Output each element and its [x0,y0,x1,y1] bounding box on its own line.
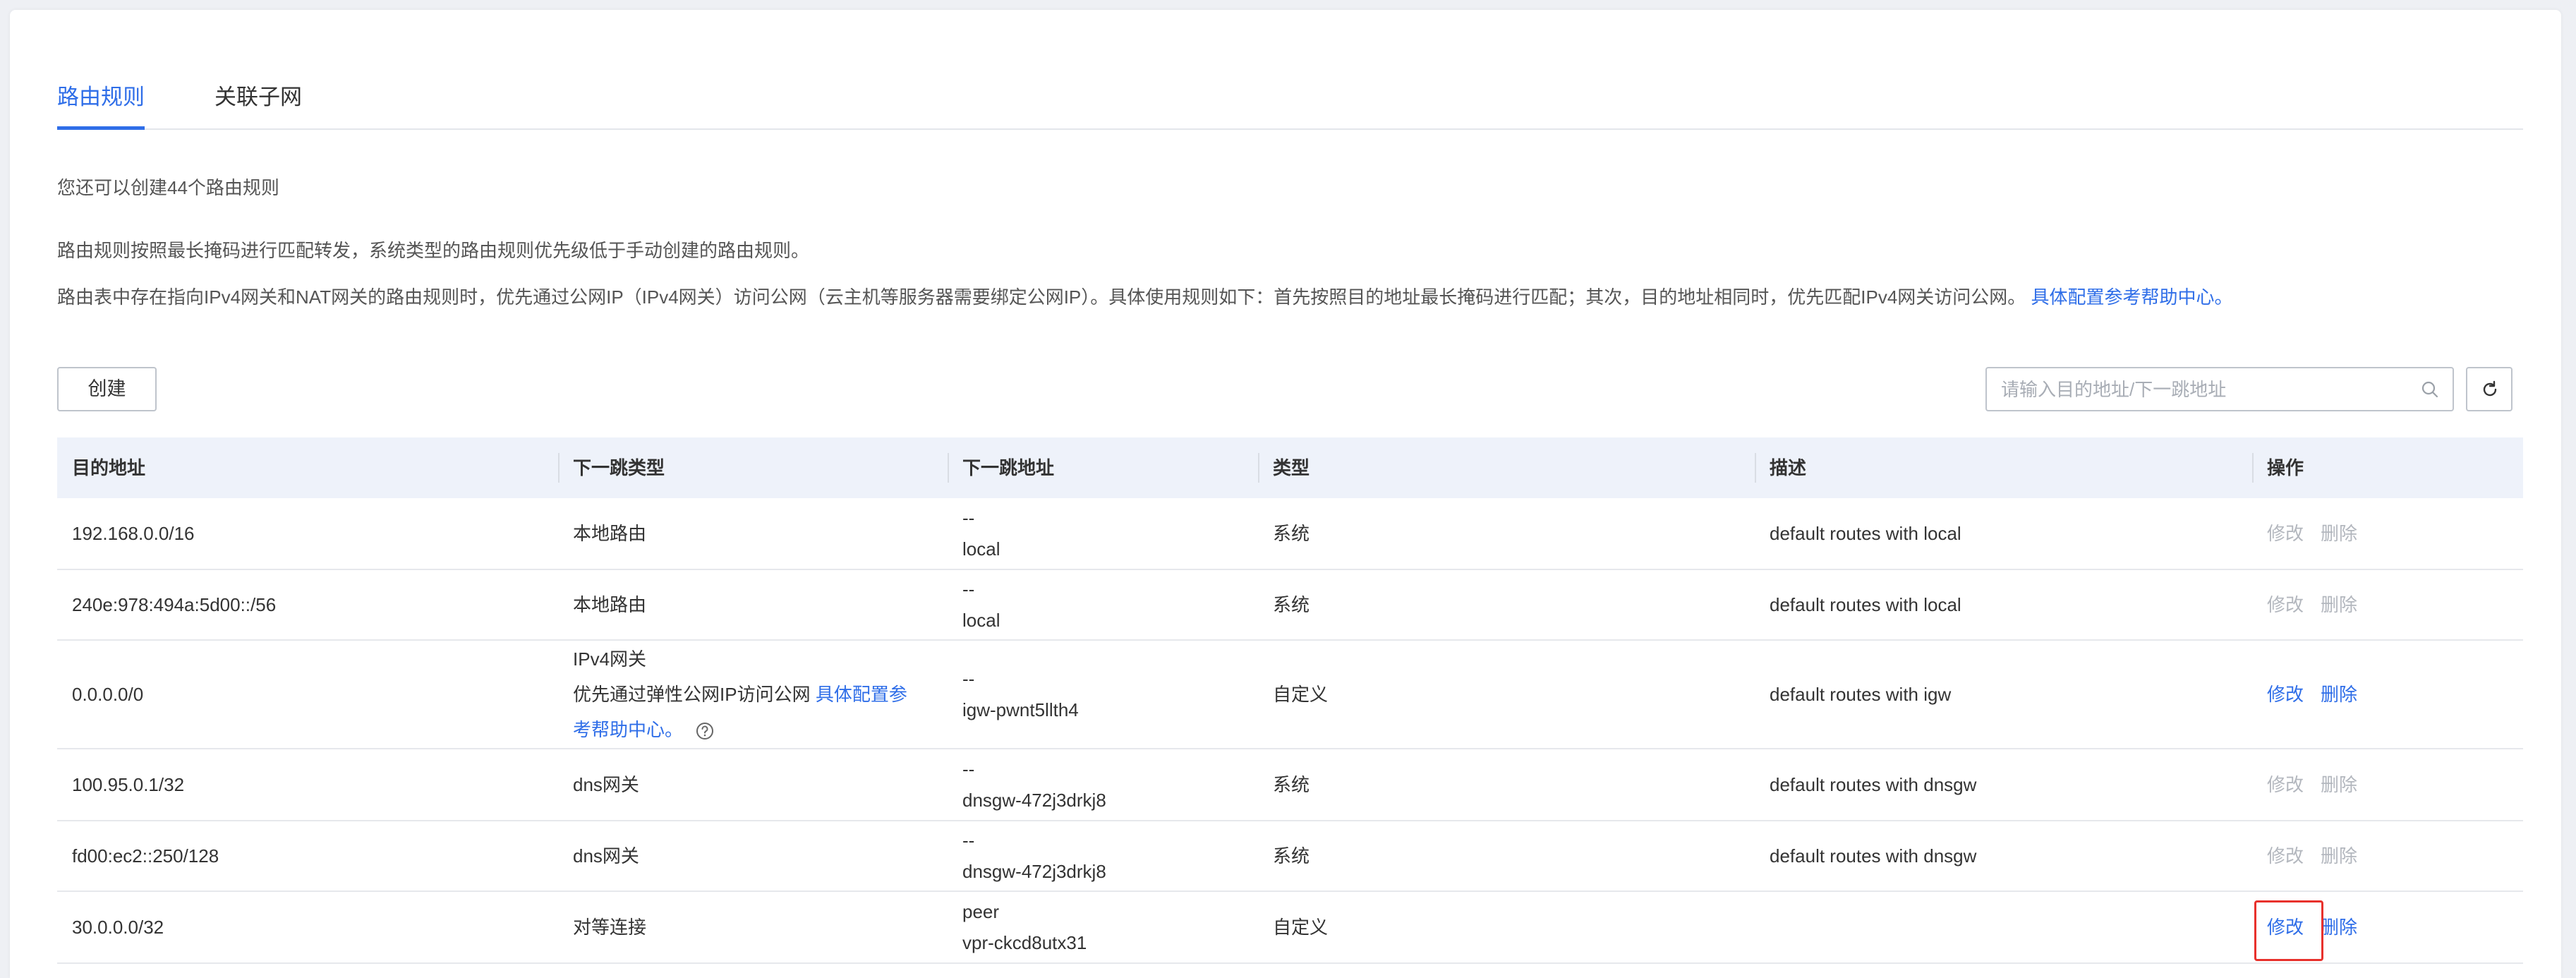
refresh-button[interactable] [2466,367,2512,411]
cell-type: 系统 [1273,845,1310,867]
next-hop-type-link-line: 考帮助中心。 [573,712,948,747]
cell-next-hop-type: IPv4网关 优先通过弹性公网IP访问公网 具体配置参 考帮助中心。 [558,641,948,748]
cell-next-hop-type: 本地路由 [573,523,647,544]
header-next-hop-address: 下一跳地址 [948,437,1258,498]
cell-destination: fd00:ec2::250/128 [72,845,219,867]
cell-description: default routes with local [1770,594,1961,615]
tab-bar: 路由规则 关联子网 [57,79,2523,130]
next-hop-address-bottom: local [962,538,1000,560]
rule-description-2-text: 路由表中存在指向IPv4网关和NAT网关的路由规则时，优先通过公网IP（IPv4… [57,286,2026,308]
table-row: 100.95.0.1/32 dns网关 -- dnsgw-472j3drkj8 … [57,749,2523,821]
header-description: 描述 [1755,437,2252,498]
next-hop-address-bottom: dnsgw-472j3drkj8 [962,861,1106,882]
next-hop-type-note: 优先通过弹性公网IP访问公网 [573,684,811,705]
next-hop-address-top: peer [962,901,1000,922]
cell-next-hop-address: -- dnsgw-472j3drkj8 [948,749,1258,820]
route-table-panel: 路由规则 关联子网 您还可以创建44个路由规则 路由规则按照最长掩码进行匹配转发… [10,10,2561,978]
cell-actions: 修改 删除 [2252,498,2523,569]
delete-button[interactable]: 删除 [2321,679,2357,710]
delete-button: 删除 [2321,845,2358,867]
tab-route-rules[interactable]: 路由规则 [57,83,145,111]
cell-next-hop-address: peer vpr-ckcd8utx31 [948,892,1258,962]
next-hop-address-top: -- [962,507,975,529]
edit-button: 修改 [2267,594,2304,615]
cell-type: 自定义 [1273,917,1329,938]
delete-button: 删除 [2321,774,2358,795]
cell-next-hop-address: -- dnsgw-472j3drkj8 [948,821,1258,891]
edit-button[interactable]: 修改 [2267,679,2304,710]
header-type: 类型 [1258,437,1755,498]
cell-next-hop-type: dns网关 [573,845,639,867]
table-header: 目的地址 下一跳类型 下一跳地址 类型 描述 操作 [57,437,2523,498]
edit-button: 修改 [2267,845,2304,867]
refresh-icon [2483,380,2497,397]
header-destination: 目的地址 [72,457,146,478]
cell-description [1755,892,2252,962]
next-hop-address-bottom: dnsgw-472j3drkj8 [962,790,1106,811]
cell-destination: 240e:978:494a:5d00::/56 [72,594,277,615]
table-row: fd00:ec2::250/128 dns网关 -- dnsgw-472j3dr… [57,821,2523,892]
table-row: 30.0.0.0/32 对等连接 peer vpr-ckcd8utx31 自定义… [57,892,2523,964]
tab-associated-subnets[interactable]: 关联子网 [214,83,302,111]
next-hop-type-note-line: 优先通过弹性公网IP访问公网 具体配置参 [573,677,948,712]
cell-type: 系统 [1273,774,1310,795]
cell-description: default routes with dnsgw [1770,845,1977,867]
table-row: 240e:978:494a:5d00::/56 本地路由 -- local 系统… [57,570,2523,641]
next-hop-address-bottom: local [962,610,1000,631]
header-actions: 操作 [2252,437,2523,498]
question-circle-icon[interactable] [695,721,715,741]
route-rules-table: 目的地址 下一跳类型 下一跳地址 类型 描述 操作 192.168.0.0/16… [57,437,2523,964]
cell-description: default routes with local [1770,523,1961,544]
next-hop-type-label: IPv4网关 [573,648,647,670]
cell-destination: 192.168.0.0/16 [72,523,195,544]
cell-destination: 0.0.0.0/0 [72,684,144,705]
next-hop-address-bottom: igw-pwnt5llth4 [962,699,1079,720]
cell-type: 系统 [1273,523,1310,544]
search-icon[interactable] [2420,380,2440,399]
cell-destination: 100.95.0.1/32 [72,774,185,795]
cell-description: default routes with dnsgw [1770,774,1977,795]
delete-button: 删除 [2321,594,2358,615]
cell-actions: 修改 删除 [2252,749,2523,820]
rule-description-2: 路由表中存在指向IPv4网关和NAT网关的路由规则时，优先通过公网IP（IPv4… [57,285,2233,309]
delete-button: 删除 [2321,523,2358,544]
edit-button[interactable]: 修改 [2267,912,2304,943]
cell-actions: 修改 删除 [2252,641,2523,748]
search-box [1985,367,2454,411]
cell-next-hop-address: -- local [948,498,1258,569]
help-link-part2[interactable]: 考帮助中心。 [573,719,683,740]
cell-type: 系统 [1273,594,1310,615]
cell-next-hop-address: -- local [948,570,1258,639]
delete-button[interactable]: 删除 [2321,912,2357,943]
tab-active-indicator [57,126,145,130]
create-button[interactable]: 创建 [57,367,157,411]
cell-actions: 修改 删除 [2252,570,2523,639]
cell-next-hop-type: 对等连接 [573,917,647,938]
help-link-part1[interactable]: 具体配置参 [816,684,907,705]
cell-next-hop-type: dns网关 [573,774,639,795]
next-hop-address-top: -- [962,830,975,851]
cell-next-hop-type: 本地路由 [573,594,647,615]
edit-button: 修改 [2267,774,2304,795]
edit-button: 修改 [2267,523,2304,544]
next-hop-address-bottom: vpr-ckcd8utx31 [962,932,1087,953]
quota-text: 您还可以创建44个路由规则 [57,177,279,198]
cell-type: 自定义 [1273,684,1329,705]
cell-actions: 修改 删除 [2252,821,2523,891]
cell-description: default routes with igw [1770,684,1952,705]
rule-description-1: 路由规则按照最长掩码进行匹配转发，系统类型的路由规则优先级低于手动创建的路由规则… [57,240,810,261]
next-hop-address-top: -- [962,579,975,600]
search-input[interactable] [2000,374,2405,405]
header-next-hop-type: 下一跳类型 [558,437,948,498]
next-hop-address-top: -- [962,759,975,780]
cell-next-hop-address: -- igw-pwnt5llth4 [948,641,1258,748]
next-hop-address-top: -- [962,668,975,689]
help-center-link[interactable]: 具体配置参考帮助中心。 [2031,286,2233,308]
table-row: 192.168.0.0/16 本地路由 -- local 系统 default … [57,498,2523,570]
cell-actions: 修改 删除 [2252,892,2523,962]
cell-destination: 30.0.0.0/32 [72,917,164,938]
table-row: 0.0.0.0/0 IPv4网关 优先通过弹性公网IP访问公网 具体配置参 考帮… [57,641,2523,749]
